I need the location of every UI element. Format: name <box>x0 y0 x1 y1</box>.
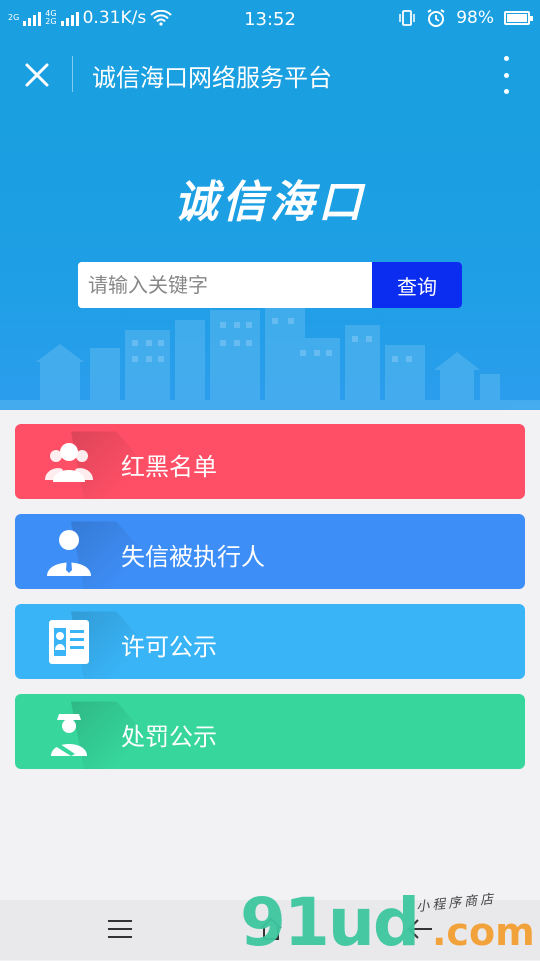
nav-divider <box>72 56 73 92</box>
alarm-icon <box>427 9 445 27</box>
close-button[interactable] <box>16 54 58 96</box>
search-input[interactable] <box>78 262 372 308</box>
menu-line-icon <box>108 936 132 938</box>
more-dot-icon <box>503 72 509 78</box>
menu-item-label: 红黑名单 <box>121 453 217 481</box>
watermark-main-text: 91ud <box>240 884 420 961</box>
menu-item-license-disclosure[interactable]: 许可公示 <box>15 604 525 679</box>
menu-item-red-black-list[interactable]: 红黑名单 <box>15 424 525 499</box>
people-group-icon <box>45 443 93 482</box>
menu-line-icon <box>108 928 132 930</box>
search-button[interactable]: 查询 <box>372 262 462 308</box>
menu-list: 红黑名单 失信被执行人 许可公示 处罚公示 <box>15 424 525 784</box>
menu-item-dishonest-debtors[interactable]: 失信被执行人 <box>15 514 525 589</box>
person-suit-icon <box>47 530 91 576</box>
status-right: 98% <box>398 8 533 28</box>
city-skyline-illustration <box>0 305 540 410</box>
id-card-icon <box>49 620 89 664</box>
officer-icon <box>51 714 87 756</box>
watermark-logo: 91ud .com 小程序商店 <box>240 888 540 958</box>
page-title: 诚信海口网络服务平台 <box>92 64 332 92</box>
logo-text: 诚信海口 <box>174 177 366 228</box>
battery-icon <box>504 11 533 25</box>
watermark-suffix-text: .com <box>432 910 535 954</box>
menu-nav-button[interactable] <box>108 920 132 938</box>
nav-bar: 诚信海口网络服务平台 <box>0 40 540 110</box>
battery-percent: 98% <box>456 8 494 28</box>
menu-item-penalty-disclosure[interactable]: 处罚公示 <box>15 694 525 769</box>
more-dot-icon <box>503 56 509 61</box>
close-icon <box>25 63 49 87</box>
more-dot-icon <box>503 89 509 94</box>
menu-item-label: 处罚公示 <box>121 723 217 751</box>
status-bar: 2G 4G 2G 0.31K/s 13:52 98% <box>0 0 540 40</box>
battery-fill <box>507 14 527 22</box>
menu-line-icon <box>108 920 132 922</box>
hero-banner: 诚信海口 查询 <box>0 110 540 410</box>
menu-item-label: 许可公示 <box>121 633 217 661</box>
search-bar: 查询 <box>78 262 462 308</box>
menu-item-label: 失信被执行人 <box>121 543 265 571</box>
more-options-button[interactable] <box>492 56 520 94</box>
vibrate-icon <box>399 10 415 26</box>
